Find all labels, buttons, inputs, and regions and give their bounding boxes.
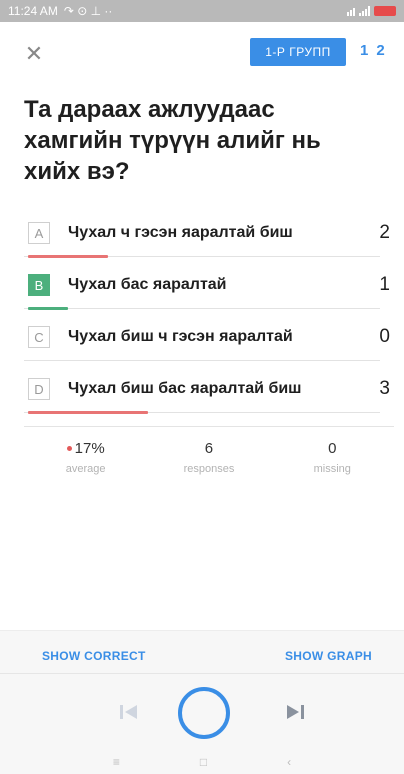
skip-next-icon[interactable] bbox=[282, 699, 308, 725]
missing-label: missing bbox=[313, 463, 351, 475]
menu-icon[interactable]: ≡ bbox=[113, 755, 120, 774]
stat-responses: 6 responses bbox=[147, 440, 270, 475]
option-divider bbox=[24, 308, 380, 309]
status-time: 11:24 AM bbox=[8, 4, 58, 18]
missing-value: 0 bbox=[328, 440, 337, 457]
home-icon[interactable]: □ bbox=[200, 755, 207, 774]
skip-previous-icon[interactable] bbox=[116, 699, 142, 725]
option-text: Чухал биш ч гэсэн яаралтай bbox=[68, 328, 293, 345]
wifi-signal-icon bbox=[347, 6, 355, 16]
back-icon[interactable]: ‹ bbox=[287, 755, 291, 774]
option-letter: C bbox=[28, 326, 50, 348]
group-switcher: 1 2 bbox=[360, 42, 385, 59]
close-icon[interactable]: ✕ bbox=[24, 43, 44, 65]
average-value: 17% bbox=[74, 440, 105, 457]
responses-value: 6 bbox=[204, 440, 214, 457]
bottom-actions: SHOW CORRECT SHOW GRAPH bbox=[0, 645, 404, 667]
option-count: 2 bbox=[379, 222, 390, 243]
answer-option-a[interactable]: A Чухал ч гэсэн яаралтай биш 2 bbox=[24, 210, 396, 260]
option-letter: B bbox=[28, 274, 50, 296]
status-right bbox=[347, 6, 396, 16]
show-correct-button[interactable]: SHOW CORRECT bbox=[42, 649, 146, 663]
option-count: 1 bbox=[379, 274, 390, 295]
option-count: 0 bbox=[379, 326, 390, 347]
status-bar: 11:24 AM ↷ ⊙ ⊥ ·· bbox=[0, 0, 404, 22]
option-result-bar bbox=[28, 307, 68, 310]
stat-missing: 0 missing bbox=[271, 440, 394, 475]
average-dot-icon bbox=[66, 446, 72, 451]
system-nav-bar: ≡ □ ‹ bbox=[0, 755, 404, 774]
option-text: Чухал бас яаралтай bbox=[68, 276, 227, 293]
stat-average: 17% average bbox=[24, 440, 147, 475]
option-text: Чухал ч гэсэн яаралтай биш bbox=[68, 224, 293, 241]
results-stats: 17% average 6 responses 0 missing bbox=[24, 440, 394, 475]
status-left: 11:24 AM ↷ ⊙ ⊥ ·· bbox=[8, 4, 112, 18]
option-count: 3 bbox=[379, 378, 390, 399]
option-result-bar bbox=[28, 255, 108, 258]
actions-divider bbox=[0, 673, 404, 674]
bottom-panel: SHOW CORRECT SHOW GRAPH ≡ □ ‹ bbox=[0, 630, 404, 774]
option-text: Чухал биш бас яаралтай биш bbox=[68, 380, 302, 397]
option-letter: A bbox=[28, 222, 50, 244]
playback-controls bbox=[0, 683, 404, 743]
responses-label: responses bbox=[183, 463, 235, 475]
battery-icon bbox=[374, 6, 396, 16]
cell-signal-icon bbox=[359, 6, 370, 16]
stats-divider bbox=[24, 426, 394, 427]
option-letter: D bbox=[28, 378, 50, 400]
group-badge[interactable]: 1-Р ГРУПП bbox=[250, 38, 346, 66]
group-num-1[interactable]: 1 bbox=[360, 42, 368, 59]
option-divider bbox=[24, 360, 380, 361]
question-title: Та дараах ажлуудаас хамгийн түрүүн алийг… bbox=[24, 96, 321, 185]
answer-option-c[interactable]: C Чухал биш ч гэсэн яаралтай 0 bbox=[24, 314, 396, 364]
status-indicators: ↷ ⊙ ⊥ ·· bbox=[63, 4, 113, 18]
show-graph-button[interactable]: SHOW GRAPH bbox=[285, 649, 372, 663]
answer-option-d[interactable]: D Чухал биш бас яаралтай биш 3 bbox=[24, 366, 396, 416]
average-label: average bbox=[65, 463, 106, 475]
play-button[interactable] bbox=[178, 687, 230, 739]
option-result-bar bbox=[28, 411, 148, 414]
answer-option-b[interactable]: B Чухал бас яаралтай 1 bbox=[24, 262, 396, 312]
group-num-2[interactable]: 2 bbox=[376, 42, 384, 59]
